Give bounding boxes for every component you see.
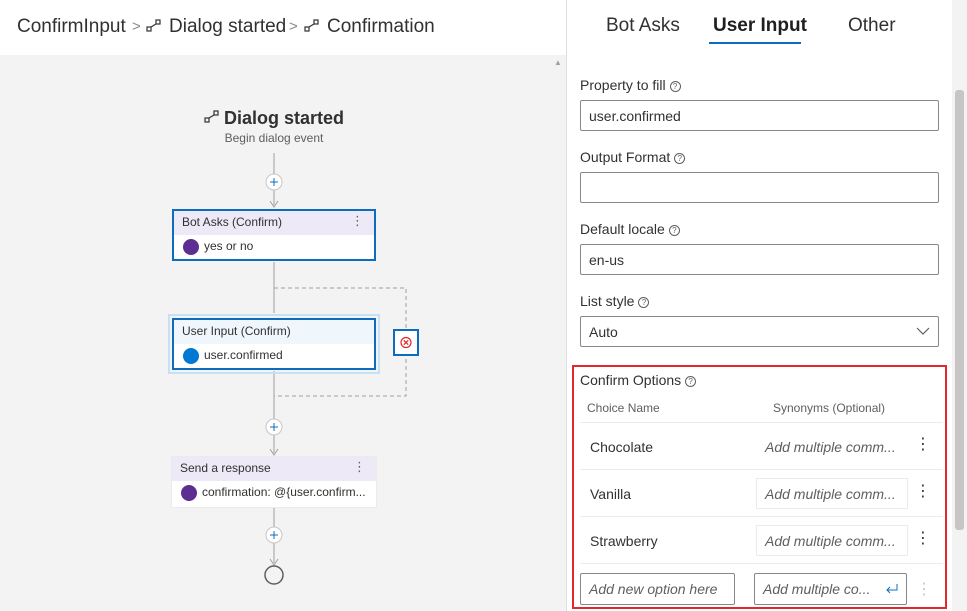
list-style-label: List style? — [580, 293, 650, 309]
node-body-text: user.confirmed — [204, 348, 283, 362]
bot-icon — [181, 485, 197, 501]
tab-bot-asks[interactable]: Bot Asks — [606, 15, 680, 37]
more-options-icon[interactable]: ⋮ — [353, 459, 366, 475]
app-root: ConfirmInput > Dialog started > Confirma… — [0, 0, 967, 611]
trigger-icon — [204, 110, 219, 123]
authoring-canvas-pane: ConfirmInput > Dialog started > Confirma… — [0, 0, 566, 611]
info-icon[interactable]: ? — [685, 376, 697, 387]
column-header-synonyms: Synonyms (Optional) — [773, 401, 886, 415]
list-style-dropdown[interactable]: Auto — [580, 316, 939, 347]
choice-name[interactable]: Chocolate — [590, 439, 653, 455]
trigger-icon — [146, 19, 161, 32]
end-of-flow-icon — [264, 565, 284, 585]
bot-asks-node[interactable]: Bot Asks (Confirm) ⋮ yes or no — [172, 209, 376, 261]
canvas-scrollbar[interactable]: ▲ — [551, 55, 566, 611]
scroll-up-icon[interactable]: ▲ — [554, 58, 562, 67]
node-header: User Input (Confirm) — [174, 320, 374, 344]
breadcrumb-separator: > — [132, 18, 141, 35]
add-action-button[interactable] — [265, 526, 283, 544]
confirm-options-label: Confirm Options? — [580, 372, 697, 388]
info-icon[interactable]: ? — [638, 297, 650, 308]
breadcrumb-item-dialog[interactable]: ConfirmInput — [17, 16, 126, 38]
synonyms-input[interactable]: Add multiple comm... — [756, 478, 908, 509]
more-options-icon[interactable]: ⋮ — [351, 213, 364, 229]
property-input[interactable]: user.confirmed — [580, 100, 939, 131]
panel-scrollbar[interactable] — [952, 0, 967, 611]
tab-user-input[interactable]: User Input — [713, 15, 807, 37]
info-icon[interactable]: ? — [669, 81, 681, 92]
property-panel: Bot Asks User Input Other Property to fi… — [566, 0, 967, 611]
tab-other[interactable]: Other — [848, 15, 896, 37]
node-title: User Input (Confirm) — [182, 324, 291, 338]
node-header: Bot Asks (Confirm) ⋮ — [174, 211, 374, 235]
table-row: Strawberry Add multiple comm... ⋮ — [580, 516, 943, 563]
default-locale-input[interactable]: en-us — [580, 244, 939, 275]
list-style-value: Auto — [589, 324, 618, 340]
divider — [580, 563, 943, 564]
trigger-icon — [304, 19, 319, 32]
output-format-input[interactable] — [580, 172, 939, 203]
synonyms-input[interactable]: Add multiple comm... — [756, 525, 908, 556]
user-input-node[interactable]: User Input (Confirm) user.confirmed — [172, 318, 376, 370]
info-icon[interactable]: ? — [668, 225, 680, 236]
node-body: yes or no — [174, 235, 374, 259]
more-options-icon[interactable]: ⋮ — [915, 434, 931, 454]
active-tab-indicator — [709, 42, 801, 44]
breadcrumb: ConfirmInput > Dialog started > Confirma… — [0, 0, 566, 55]
column-header-choice: Choice Name — [587, 401, 660, 415]
new-synonyms-placeholder: Add multiple co... — [763, 581, 871, 597]
breadcrumb-item-action[interactable]: Confirmation — [327, 16, 435, 38]
user-icon — [183, 348, 199, 364]
output-format-label: Output Format? — [580, 149, 686, 165]
table-row: Vanilla Add multiple comm... ⋮ — [580, 469, 943, 516]
chevron-down-icon — [916, 327, 930, 335]
more-options-icon: ⋮ — [916, 581, 932, 598]
trigger-title: Dialog started — [223, 108, 345, 128]
table-row: Chocolate Add multiple comm... ⋮ — [580, 422, 943, 469]
add-action-button[interactable] — [265, 418, 283, 436]
node-title: Send a response — [180, 461, 271, 475]
default-locale-label: Default locale? — [580, 221, 680, 237]
bot-icon — [183, 239, 199, 255]
property-label: Property to fill? — [580, 77, 681, 93]
breadcrumb-separator: > — [289, 18, 298, 35]
trigger-node[interactable]: Dialog started Begin dialog event — [174, 108, 374, 145]
node-body: user.confirmed — [174, 344, 374, 368]
node-body-text: yes or no — [204, 239, 254, 253]
invalid-prompt-button[interactable] — [393, 329, 419, 356]
new-synonyms-input[interactable]: Add multiple co... — [754, 573, 907, 605]
choice-name[interactable]: Vanilla — [590, 486, 631, 502]
trigger-subtitle: Begin dialog event — [224, 131, 324, 145]
enter-icon[interactable] — [886, 584, 898, 594]
node-title: Bot Asks (Confirm) — [182, 215, 283, 229]
send-response-node[interactable]: Send a response ⋮ confirmation: @{user.c… — [172, 457, 376, 507]
new-option-input[interactable]: Add new option here — [580, 573, 735, 605]
node-body-text: confirmation: @{user.confirm... — [202, 485, 366, 499]
info-icon[interactable]: ? — [674, 153, 686, 164]
add-action-button[interactable] — [265, 173, 283, 191]
more-options-icon[interactable]: ⋮ — [915, 528, 931, 548]
scrollbar-thumb[interactable] — [955, 90, 964, 530]
more-options-icon[interactable]: ⋮ — [915, 481, 931, 501]
breadcrumb-item-trigger[interactable]: Dialog started — [169, 16, 286, 38]
node-body: confirmation: @{user.confirm... — [172, 481, 376, 505]
confirm-options-section: Confirm Options? Choice Name Synonyms (O… — [572, 365, 947, 609]
choice-name[interactable]: Strawberry — [590, 533, 658, 549]
node-header: Send a response ⋮ — [172, 457, 376, 481]
error-icon — [400, 336, 412, 349]
synonyms-input[interactable]: Add multiple comm... — [756, 431, 908, 462]
